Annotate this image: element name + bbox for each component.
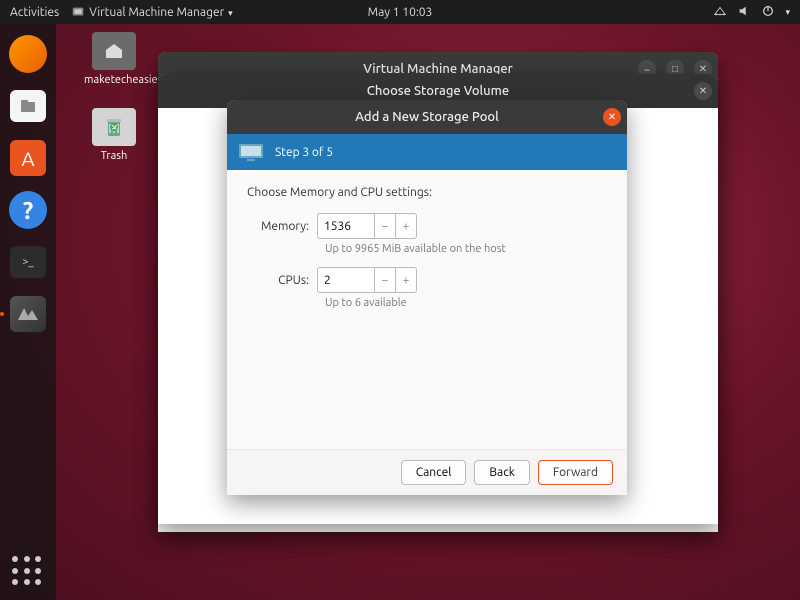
network-icon[interactable] — [713, 4, 727, 21]
memory-decrement[interactable]: − — [374, 213, 396, 239]
desktop-icon-label: Trash — [84, 150, 144, 162]
wizard-titlebar[interactable]: Add a New Storage Pool ✕ — [227, 100, 627, 134]
memory-increment[interactable]: + — [395, 213, 417, 239]
cpus-input[interactable] — [317, 267, 375, 293]
window-title: Choose Storage Volume — [367, 84, 509, 98]
cancel-button[interactable]: Cancel — [401, 460, 467, 485]
dock-files[interactable] — [6, 84, 50, 128]
memory-hint: Up to 9965 MiB available on the host — [325, 243, 607, 255]
memory-input[interactable] — [317, 213, 375, 239]
computer-icon — [237, 142, 265, 162]
dock-terminal[interactable]: >_ — [6, 240, 50, 284]
wizard-heading: Choose Memory and CPU settings: — [247, 186, 607, 199]
close-button[interactable]: ✕ — [694, 82, 712, 100]
cpus-hint: Up to 6 available — [325, 297, 607, 309]
activities-button[interactable]: Activities — [10, 6, 59, 19]
vmm-icon — [71, 5, 85, 19]
wizard-step-banner: Step 3 of 5 — [227, 134, 627, 170]
close-button[interactable]: ✕ — [603, 108, 621, 126]
cpus-increment[interactable]: + — [395, 267, 417, 293]
desktop-trash[interactable]: Trash — [84, 108, 144, 162]
volume-icon[interactable] — [737, 4, 751, 21]
desktop-icon-label: maketecheasier — [84, 74, 144, 86]
back-button[interactable]: Back — [474, 460, 529, 485]
dock-help[interactable]: ? — [6, 188, 50, 232]
clock[interactable]: May 1 10:03 — [368, 6, 433, 19]
window-title: Add a New Storage Pool — [355, 110, 499, 124]
trash-icon — [92, 108, 136, 146]
dock-software[interactable]: A — [6, 136, 50, 180]
desktop-folder-maketecheasier[interactable]: maketecheasier — [84, 32, 144, 86]
forward-button[interactable]: Forward — [538, 460, 613, 485]
cpus-decrement[interactable]: − — [374, 267, 396, 293]
folder-home-icon — [92, 32, 136, 70]
top-bar: Activities Virtual Machine Manager May 1… — [0, 0, 800, 24]
memory-label: Memory: — [247, 220, 317, 233]
dock-firefox[interactable] — [6, 32, 50, 76]
new-storage-pool-wizard: Add a New Storage Pool ✕ Step 3 of 5 Cho… — [227, 100, 627, 495]
step-label: Step 3 of 5 — [275, 146, 333, 159]
app-menu[interactable]: Virtual Machine Manager — [71, 5, 232, 19]
app-menu-label: Virtual Machine Manager — [89, 6, 232, 19]
power-icon[interactable] — [761, 4, 775, 21]
chevron-down-icon[interactable]: ▾ — [785, 7, 790, 18]
dock-virt-manager[interactable] — [6, 292, 50, 336]
cpus-label: CPUs: — [247, 274, 317, 287]
dock: A ? >_ — [0, 24, 56, 600]
show-applications[interactable] — [12, 556, 44, 588]
